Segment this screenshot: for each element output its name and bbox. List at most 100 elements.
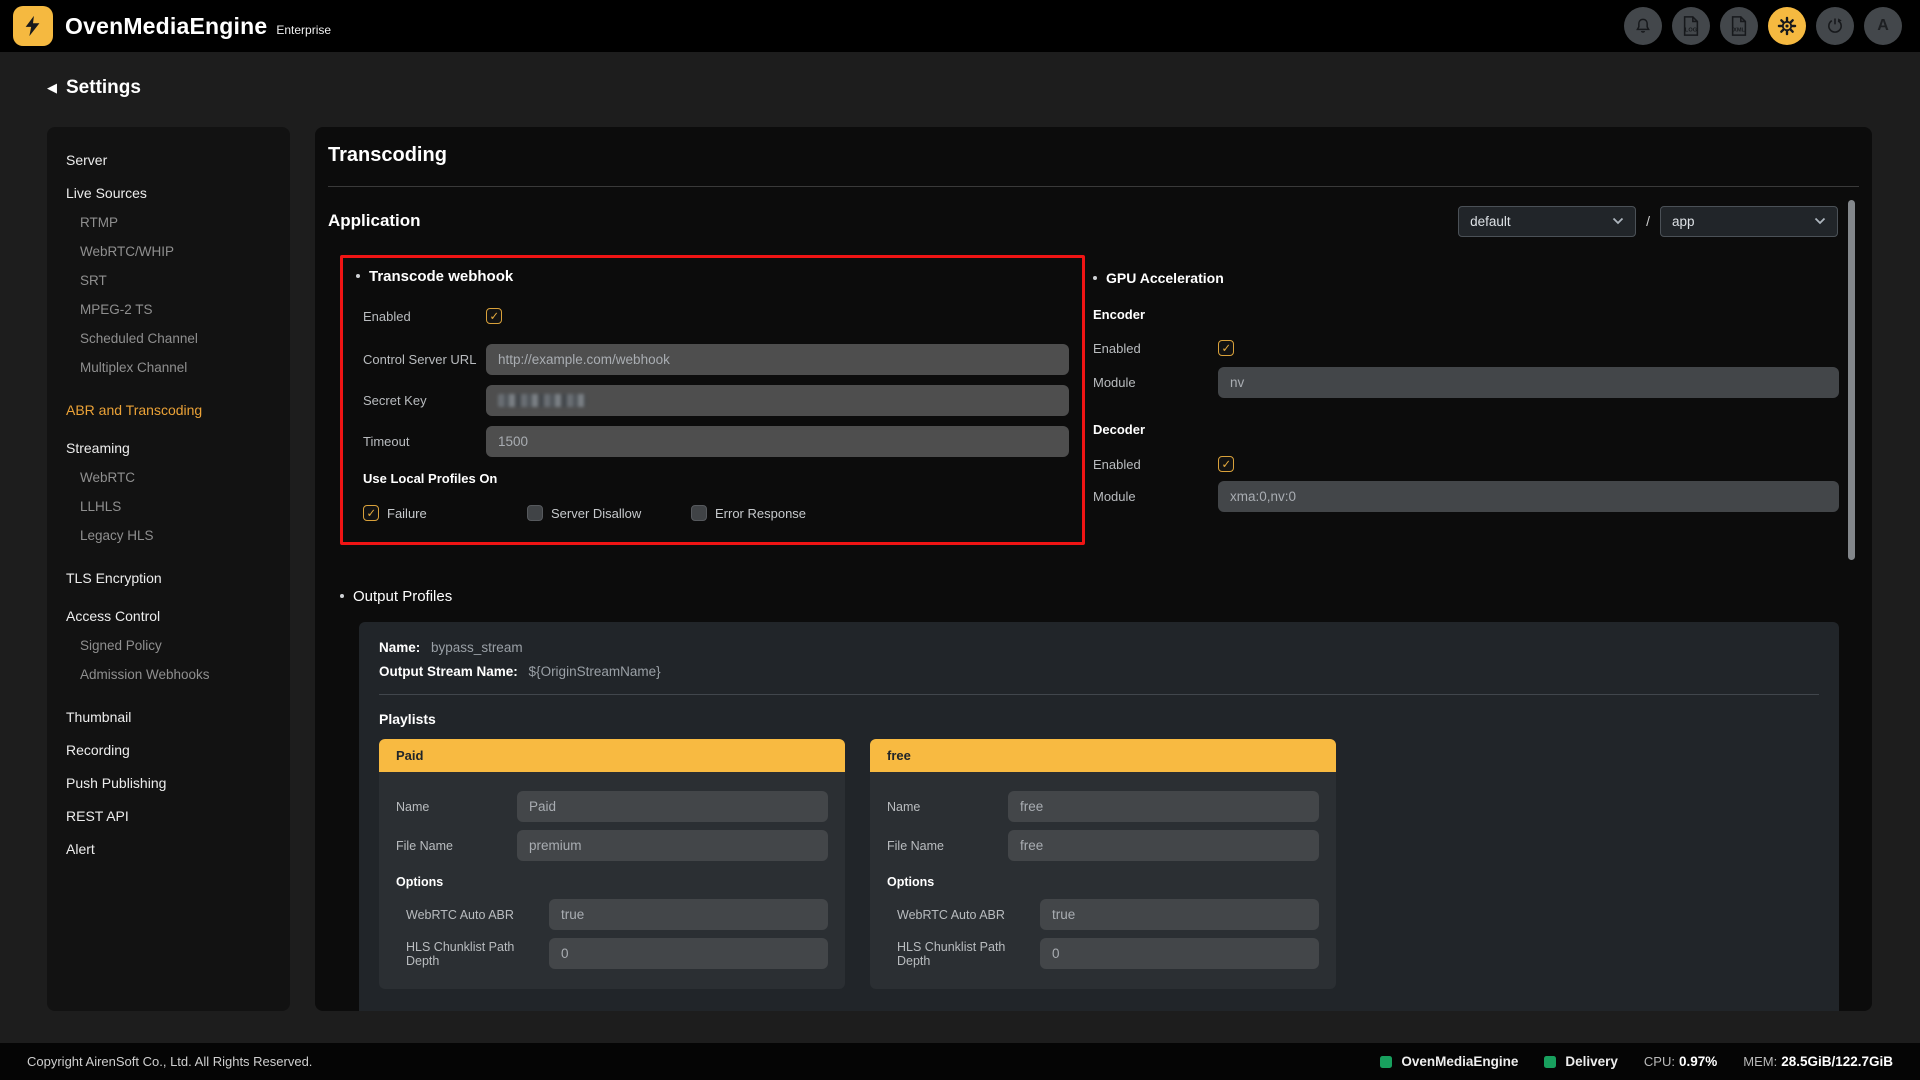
mem-metric: MEM:28.5GiB/122.7GiB: [1743, 1054, 1893, 1069]
error-response-checkbox-item: Error Response: [691, 505, 855, 521]
sidebar-item-mpeg2ts[interactable]: MPEG-2 TS: [66, 295, 290, 324]
main-panel-scrollbar[interactable]: [1848, 200, 1855, 560]
header-actions: LOG XML: [1624, 7, 1902, 45]
app-select-value: app: [1672, 214, 1695, 229]
failure-checkbox-item: Failure: [363, 505, 527, 521]
sidebar-item-webrtc-whip[interactable]: WebRTC/WHIP: [66, 237, 290, 266]
secret-key-input[interactable]: [486, 385, 1069, 416]
server-disallow-checkbox[interactable]: [527, 505, 543, 521]
vhost-select-value: default: [1470, 214, 1511, 229]
sidebar-item-recording[interactable]: Recording: [66, 736, 290, 765]
decoder-module-label: Module: [1093, 489, 1218, 504]
playlist-paid-hls-depth-input[interactable]: [549, 938, 828, 969]
section-title-transcoding: Transcoding: [328, 144, 447, 167]
chevron-down-icon: [1612, 217, 1624, 225]
error-response-label: Error Response: [715, 506, 806, 521]
status-green-indicator: [1380, 1056, 1392, 1068]
playlist-free-webrtc-auto-abr-input[interactable]: [1040, 899, 1319, 930]
playlist-paid-header[interactable]: Paid: [379, 739, 845, 772]
server-disallow-label: Server Disallow: [551, 506, 641, 521]
cpu-value: 0.97%: [1679, 1054, 1717, 1069]
brand-logo[interactable]: [13, 6, 53, 46]
sidebar-item-access-control[interactable]: Access Control: [66, 602, 290, 631]
app-select[interactable]: app: [1660, 206, 1838, 237]
sidebar-item-server[interactable]: Server: [66, 146, 290, 175]
sidebar-item-rtmp[interactable]: RTMP: [66, 208, 290, 237]
sidebar-item-streaming[interactable]: Streaming: [66, 434, 290, 463]
playlist-card-paid: Paid Name File Name Options WebRTC Auto: [379, 739, 845, 989]
playlist-paid-name-input[interactable]: [517, 791, 828, 822]
sidebar-item-admission-webhooks[interactable]: Admission Webhooks: [66, 660, 290, 689]
failure-label: Failure: [387, 506, 427, 521]
hls-chunklist-path-depth-label: HLS Chunklist Path Depth: [897, 940, 1040, 968]
webhook-enabled-checkbox[interactable]: [486, 308, 502, 324]
brand-name: OvenMediaEngine: [65, 13, 267, 40]
playlist-free-hls-depth-input[interactable]: [1040, 938, 1319, 969]
chevron-down-icon: [1814, 217, 1826, 225]
profile-divider: [379, 694, 1819, 695]
timeout-input[interactable]: [486, 426, 1069, 457]
title-divider: [328, 186, 1859, 187]
xml-file-button[interactable]: XML: [1720, 7, 1758, 45]
playlists-heading: Playlists: [379, 711, 1819, 727]
status-green-indicator: [1544, 1056, 1556, 1068]
sidebar-item-legacy-hls[interactable]: Legacy HLS: [66, 521, 290, 550]
playlist-paid-file-name-input[interactable]: [517, 830, 828, 861]
log-file-icon: LOG: [1681, 15, 1701, 37]
playlist-options-heading: Options: [887, 875, 1319, 889]
encoder-enabled-checkbox[interactable]: [1218, 340, 1234, 356]
output-stream-name-label: Output Stream Name:: [379, 664, 518, 679]
restart-button[interactable]: [1816, 7, 1854, 45]
playlist-options-heading: Options: [396, 875, 828, 889]
engine-status-delivery: Delivery: [1544, 1054, 1618, 1069]
timeout-label: Timeout: [363, 434, 486, 449]
sidebar-item-live-sources[interactable]: Live Sources: [66, 179, 290, 208]
hls-chunklist-path-depth-label: HLS Chunklist Path Depth: [406, 940, 549, 968]
output-profiles-title: Output Profiles: [340, 588, 452, 605]
error-response-checkbox[interactable]: [691, 505, 707, 521]
sidebar-item-srt[interactable]: SRT: [66, 266, 290, 295]
sidebar-item-alert[interactable]: Alert: [66, 835, 290, 864]
vhost-select[interactable]: default: [1458, 206, 1636, 237]
sidebar-item-scheduled-channel[interactable]: Scheduled Channel: [66, 324, 290, 353]
decoder-module-input[interactable]: [1218, 481, 1839, 512]
log-file-button[interactable]: LOG: [1672, 7, 1710, 45]
sidebar-item-thumbnail[interactable]: Thumbnail: [66, 703, 290, 732]
sidebar-item-llhls[interactable]: LLHLS: [66, 492, 290, 521]
decoder-enabled-checkbox[interactable]: [1218, 456, 1234, 472]
footer-status-group: OvenMediaEngine Delivery CPU:0.97% MEM:2…: [1380, 1054, 1893, 1069]
encoder-enabled-label: Enabled: [1093, 341, 1218, 356]
playlist-free-file-name-input[interactable]: [1008, 830, 1319, 861]
playlist-free-header[interactable]: free: [870, 739, 1336, 772]
sidebar-item-multiplex-channel[interactable]: Multiplex Channel: [66, 353, 290, 382]
encoder-module-input[interactable]: [1218, 367, 1839, 398]
notification-bell-button[interactable]: [1624, 7, 1662, 45]
control-server-url-input[interactable]: [486, 344, 1069, 375]
sidebar-item-push-publishing[interactable]: Push Publishing: [66, 769, 290, 798]
playlist-card-free: free Name File Name Options WebRTC Auto: [870, 739, 1336, 989]
transcode-webhook-highlight-box: Transcode webhook Enabled Control Server…: [340, 255, 1085, 545]
webrtc-auto-abr-label: WebRTC Auto ABR: [897, 908, 1040, 922]
sidebar-item-tls-encryption[interactable]: TLS Encryption: [66, 564, 290, 593]
sidebar-item-abr-and-transcoding[interactable]: ABR and Transcoding: [66, 396, 290, 425]
svg-text:LOG: LOG: [1685, 27, 1698, 33]
bell-icon: [1633, 16, 1653, 36]
account-avatar-button[interactable]: A: [1864, 7, 1902, 45]
sidebar-item-signed-policy[interactable]: Signed Policy: [66, 631, 290, 660]
encoder-module-label: Module: [1093, 375, 1218, 390]
playlist-free-name-input[interactable]: [1008, 791, 1319, 822]
app-window: OvenMediaEngine Enterprise LOG: [0, 0, 1920, 1080]
settings-gear-button[interactable]: [1768, 7, 1806, 45]
avatar-letter: A: [1877, 17, 1889, 35]
sidebar-item-rest-api[interactable]: REST API: [66, 802, 290, 831]
top-header-bar: OvenMediaEngine Enterprise LOG: [0, 0, 1920, 52]
playlist-file-name-label: File Name: [887, 839, 1008, 853]
vhost-app-selectors: default / app: [1458, 206, 1838, 237]
sidebar-item-webrtc[interactable]: WebRTC: [66, 463, 290, 492]
playlist-paid-webrtc-auto-abr-input[interactable]: [549, 899, 828, 930]
mem-value: 28.5GiB/122.7GiB: [1781, 1054, 1893, 1069]
playlist-file-name-label: File Name: [396, 839, 517, 853]
failure-checkbox[interactable]: [363, 505, 379, 521]
transcode-webhook-form: Enabled Control Server URL Secret Key Ti…: [363, 308, 1069, 521]
breadcrumb[interactable]: ◀ Settings: [47, 77, 141, 99]
